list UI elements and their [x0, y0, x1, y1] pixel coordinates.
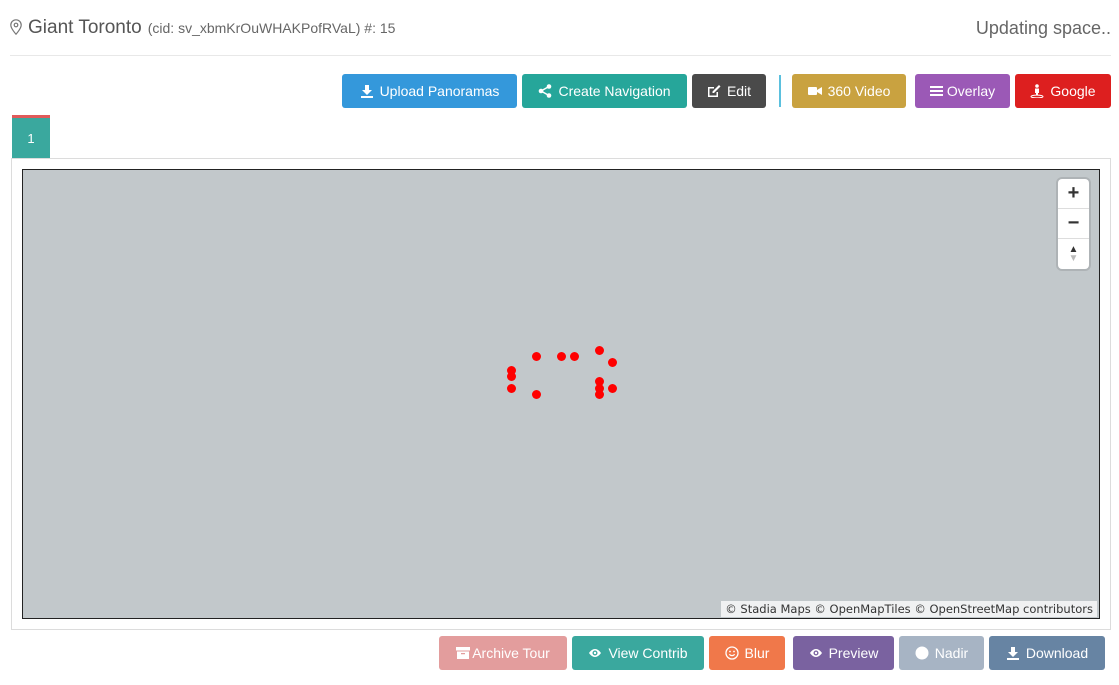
tour-cid: (cid: sv_xbmKrOuWHAKPofRVaL) #: 15	[147, 20, 396, 36]
edit-label: Edit	[726, 83, 752, 99]
preview-label: Preview	[828, 645, 879, 661]
panorama-marker[interactable]	[570, 352, 579, 361]
video-camera-icon	[807, 87, 822, 95]
view-contrib-label: View Contrib	[608, 645, 688, 661]
page-header: Giant Toronto (cid: sv_xbmKrOuWHAKPofRVa…	[10, 14, 1111, 42]
panorama-marker[interactable]	[507, 372, 516, 381]
archive-icon	[456, 647, 471, 659]
360-video-label: 360 Video	[827, 83, 891, 99]
blur-button[interactable]: Blur	[709, 636, 785, 670]
360-video-button[interactable]: 360 Video	[792, 74, 906, 108]
panorama-marker[interactable]	[507, 384, 516, 393]
panorama-marker[interactable]	[608, 358, 617, 367]
edit-button[interactable]: Edit	[692, 74, 766, 108]
header-divider	[10, 55, 1111, 56]
tab-1[interactable]: 1	[12, 115, 50, 159]
view-contrib-button[interactable]: View Contrib	[572, 636, 704, 670]
panorama-marker[interactable]	[595, 346, 604, 355]
street-view-icon	[1030, 84, 1044, 98]
upload-panoramas-label: Upload Panoramas	[379, 83, 500, 99]
panorama-marker[interactable]	[532, 390, 541, 399]
download-icon	[360, 85, 373, 98]
compass-south-icon: ▼	[1068, 253, 1079, 264]
edit-icon	[707, 85, 721, 97]
create-navigation-button[interactable]: Create Navigation	[522, 74, 687, 108]
download-button[interactable]: Download	[989, 636, 1105, 670]
overlay-label: Overlay	[946, 83, 996, 99]
upload-panoramas-button[interactable]: Upload Panoramas	[342, 74, 517, 108]
menu-bars-icon	[929, 86, 943, 96]
google-label: Google	[1050, 83, 1096, 99]
google-button[interactable]: Google	[1015, 74, 1111, 108]
nadir-button[interactable]: Nadir	[899, 636, 984, 670]
archive-tour-label: Archive Tour	[472, 645, 550, 661]
map-view[interactable]: + − ▲ ▼ © Stadia Maps © OpenMapTiles © O…	[22, 169, 1100, 619]
eye-icon	[809, 649, 822, 657]
nadir-label: Nadir	[934, 645, 969, 661]
preview-button[interactable]: Preview	[793, 636, 894, 670]
blur-label: Blur	[744, 645, 770, 661]
download-label: Download	[1025, 645, 1089, 661]
status-text: Updating space..	[975, 17, 1111, 38]
toolbar-divider	[779, 75, 781, 107]
tour-title: Giant Toronto (cid: sv_xbmKrOuWHAKPofRVa…	[10, 17, 395, 39]
zoom-out-button[interactable]: −	[1058, 209, 1089, 239]
zoom-in-button[interactable]: +	[1058, 179, 1089, 209]
map-attribution[interactable]: © Stadia Maps © OpenMapTiles © OpenStree…	[721, 601, 1097, 617]
map-pin-icon	[10, 19, 22, 36]
circle-icon	[915, 646, 929, 660]
zoom-control: + − ▲ ▼	[1058, 179, 1089, 269]
compass-reset-button[interactable]: ▲ ▼	[1058, 239, 1089, 269]
eye-icon	[589, 649, 602, 657]
tab-label: 1	[27, 131, 35, 146]
share-icon	[539, 84, 552, 98]
panorama-marker[interactable]	[532, 352, 541, 361]
panorama-marker[interactable]	[557, 352, 566, 361]
panorama-marker[interactable]	[595, 390, 604, 399]
archive-tour-button[interactable]: Archive Tour	[439, 636, 567, 670]
tour-name: Giant Toronto	[28, 17, 142, 38]
overlay-button[interactable]: Overlay	[915, 74, 1010, 108]
download-icon	[1006, 647, 1019, 660]
smile-icon	[724, 646, 739, 660]
bottom-toolbar: Archive Tour View Contrib Blur Preview N…	[439, 636, 1105, 670]
create-navigation-label: Create Navigation	[558, 83, 671, 99]
top-toolbar: Upload Panoramas Create Navigation Edit …	[342, 74, 1111, 108]
panorama-marker[interactable]	[608, 384, 617, 393]
